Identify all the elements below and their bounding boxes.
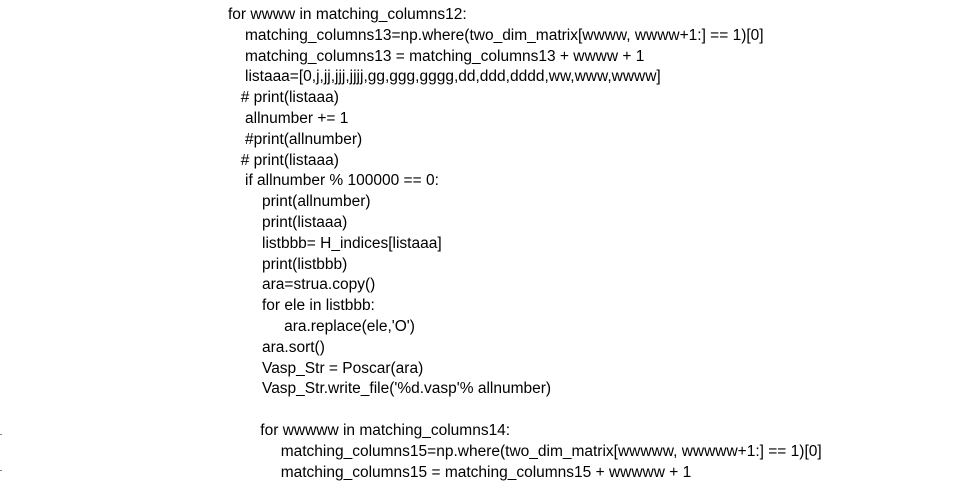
code-line: allnumber += 1	[245, 110, 349, 127]
code-line: for ele in listbbb:	[262, 297, 375, 315]
code-line: print(allnumber)	[262, 193, 371, 211]
code-line: matching_columns13=np.where(two_dim_matr…	[245, 26, 764, 44]
code-line: # print(listaaa)	[240, 89, 339, 107]
code-line: matching_columns15=np.where(two_dim_matr…	[280, 442, 822, 460]
code-line: Vasp_Str = Poscar(ara)	[262, 359, 424, 377]
code-document: for wwww in matching_columns12: matching_…	[0, 0, 970, 498]
code-line: listbbb= H_indices[listaaa]	[262, 234, 442, 252]
code-line: ara.replace(ele,'O')	[284, 318, 415, 335]
code-line: ara=strua.copy()	[262, 276, 376, 294]
code-line: Vasp_Str.write_file('%d.vasp'% allnumber…	[262, 380, 552, 398]
code-line: listaaa=[0,j,jj,jjj,jjjj,gg,ggg,gggg,dd,…	[245, 68, 661, 86]
code-line: ara.sort()	[262, 338, 325, 356]
code-line: # print(listaaa)	[240, 151, 339, 169]
code-line: #print(allnumber)	[245, 130, 363, 148]
margin-mark	[0, 470, 2, 471]
code-line: matching_columns15 = matching_columns15 …	[280, 463, 692, 481]
code-line: print(listaaa)	[262, 214, 348, 231]
margin-mark	[0, 434, 2, 435]
code-line: matching_columns13 = matching_columns13 …	[245, 47, 645, 65]
code-line: for wwwww in matching_columns14:	[260, 422, 511, 439]
code-line: for wwww in matching_columns12:	[228, 6, 467, 23]
code-line: print(listbbb)	[262, 255, 348, 273]
code-line: if allnumber % 100000 == 0:	[245, 172, 439, 190]
